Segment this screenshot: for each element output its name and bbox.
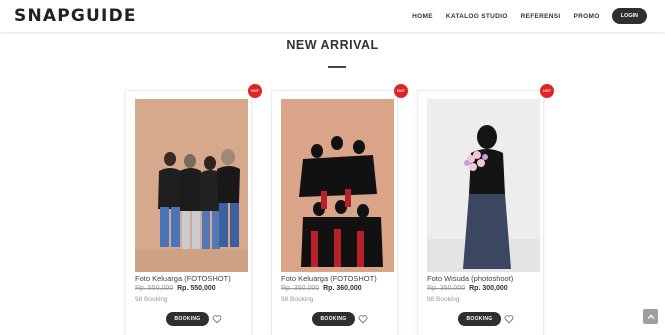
price-row: Rp. 350,000 Rp. 300,000 xyxy=(427,285,508,292)
heart-icon[interactable] xyxy=(212,314,222,324)
title-divider xyxy=(328,66,346,68)
booking-button[interactable]: BOOKING xyxy=(458,312,501,326)
login-button[interactable]: LOGIN xyxy=(611,8,647,24)
product-photo[interactable] xyxy=(427,99,540,272)
top-navbar: SNAPGUIDE HOME KATALOG STUDIO REFERENSI … xyxy=(0,0,665,32)
old-price: Rp. 350,000 xyxy=(427,285,466,292)
heart-icon[interactable] xyxy=(504,314,514,324)
new-price: Rp. 300,000 xyxy=(469,285,508,292)
scroll-to-top-button[interactable] xyxy=(643,309,658,324)
booking-button[interactable]: BOOKING xyxy=(166,312,209,326)
nav-referensi[interactable]: REFERENSI xyxy=(521,13,561,20)
product-card[interactable]: HOT Foto Wisuda (photoshoot) Rp. 350,000… xyxy=(417,84,554,335)
heart-icon[interactable] xyxy=(358,314,368,324)
old-price: Rp. 550,000 xyxy=(135,285,174,292)
product-name[interactable]: Foto Keluarga (FOTOSHOT) xyxy=(281,274,377,283)
booking-count: 98 Booking xyxy=(135,296,168,303)
section-title: NEW ARRIVAL xyxy=(286,38,379,52)
product-name[interactable]: Foto Wisuda (photoshoot) xyxy=(427,274,513,283)
booking-count: 98 Booking xyxy=(281,296,314,303)
old-price: Rp. 350,000 xyxy=(281,285,320,292)
brand-logo[interactable]: SNAPGUIDE xyxy=(14,6,137,26)
product-photo[interactable] xyxy=(135,99,248,272)
product-name[interactable]: Foto Keluarga (FOTOSHOT) xyxy=(135,274,231,283)
main-nav: HOME KATALOG STUDIO REFERENSI PROMO LOGI… xyxy=(399,8,647,24)
product-card[interactable]: HOT Foto Keluarga (FOTOSHOT) Rp. 350,000… xyxy=(271,84,408,335)
graduation-photo-image xyxy=(427,99,540,272)
hot-badge: HOT xyxy=(394,84,408,98)
nav-katalog-studio[interactable]: KATALOG STUDIO xyxy=(446,13,508,20)
nav-promo[interactable]: PROMO xyxy=(574,13,600,20)
price-row: Rp. 550,000 Rp. 550,000 xyxy=(135,285,216,292)
hot-badge: HOT xyxy=(540,84,554,98)
booking-count: 98 Booking xyxy=(427,296,460,303)
new-price: Rp. 550,000 xyxy=(177,285,216,292)
nav-home[interactable]: HOME xyxy=(412,13,433,20)
family-photo-image xyxy=(135,99,248,272)
group-photo-image xyxy=(281,99,394,272)
chevron-up-icon xyxy=(647,313,654,319)
product-photo[interactable] xyxy=(281,99,394,272)
new-price: Rp. 360,000 xyxy=(323,285,362,292)
booking-button[interactable]: BOOKING xyxy=(312,312,355,326)
price-row: Rp. 350,000 Rp. 360,000 xyxy=(281,285,362,292)
hot-badge: HOT xyxy=(248,84,262,98)
product-card[interactable]: HOT Foto Keluarga (FOTOSHOT) Rp. 550,000… xyxy=(125,84,262,335)
